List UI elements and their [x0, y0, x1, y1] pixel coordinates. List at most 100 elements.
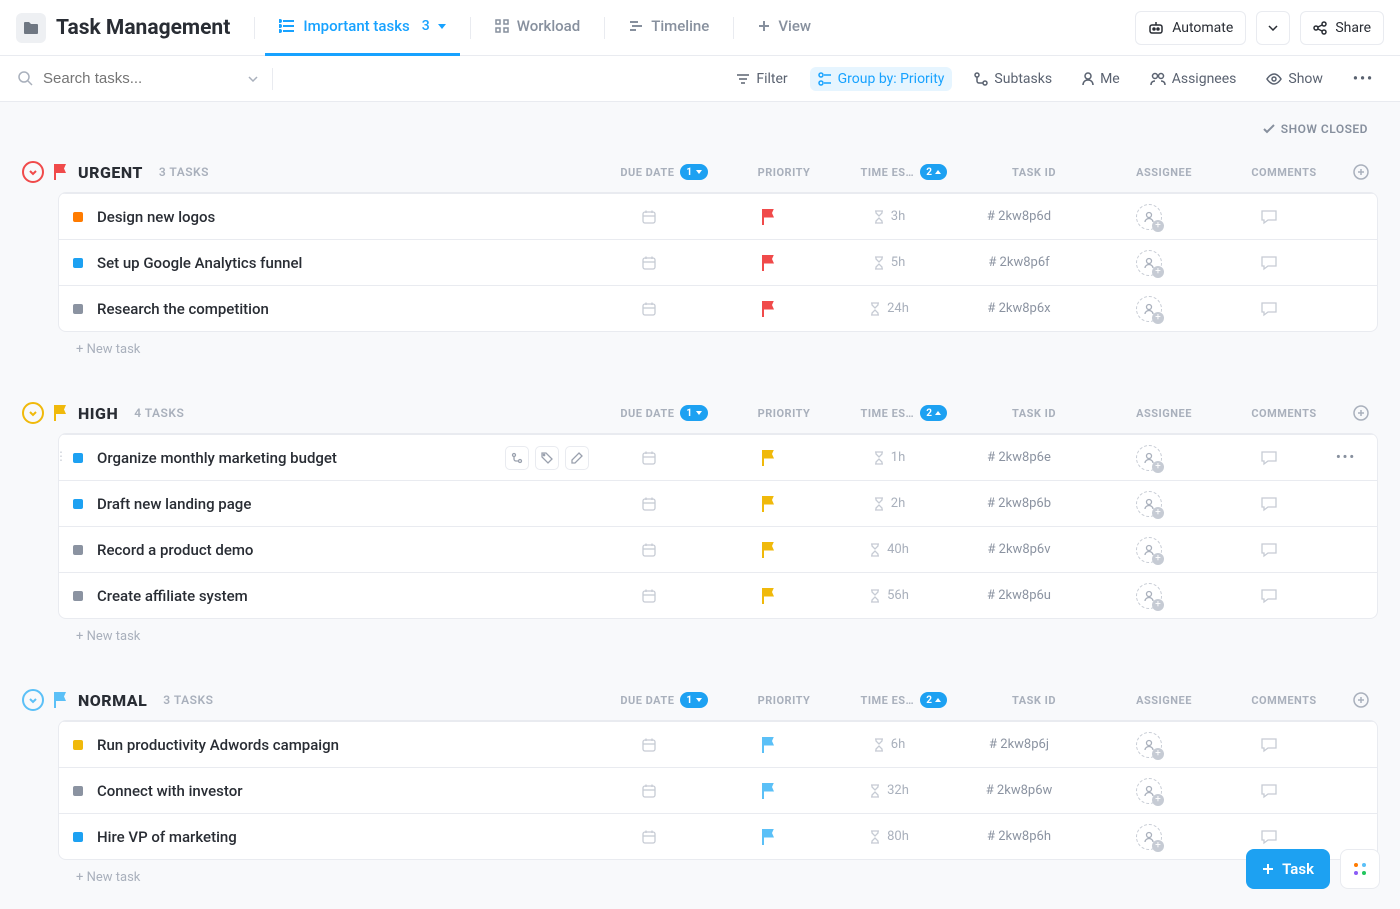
- collapse-toggle[interactable]: [22, 689, 44, 711]
- time-estimate-cell[interactable]: 40h: [829, 542, 949, 557]
- new-task-button[interactable]: + New task: [58, 619, 1378, 654]
- status-square[interactable]: [73, 740, 83, 750]
- assignee-cell[interactable]: [1089, 491, 1209, 517]
- status-square[interactable]: [73, 832, 83, 842]
- task-id-cell[interactable]: # 2kw8p6e: [949, 450, 1089, 465]
- assignee-cell[interactable]: [1089, 778, 1209, 804]
- tag-action[interactable]: [535, 446, 559, 470]
- task-name[interactable]: Create affiliate system: [97, 587, 589, 605]
- row-more[interactable]: •••: [1329, 450, 1363, 465]
- search-input[interactable]: [41, 69, 221, 88]
- col-task-id[interactable]: TASK ID: [964, 407, 1104, 420]
- comments-cell[interactable]: [1209, 209, 1329, 225]
- task-row[interactable]: Hire VP of marketing 80h # 2kw8p6h: [59, 813, 1377, 859]
- me-button[interactable]: Me: [1074, 67, 1128, 91]
- col-comments[interactable]: COMMENTS: [1224, 166, 1344, 179]
- new-task-button[interactable]: + New task: [58, 332, 1378, 367]
- priority-cell[interactable]: [709, 542, 829, 558]
- priority-cell[interactable]: [709, 829, 829, 845]
- col-due-date[interactable]: DUE DATE 1: [604, 692, 724, 708]
- folder-icon[interactable]: [16, 13, 46, 43]
- add-assignee-icon[interactable]: [1136, 296, 1162, 322]
- col-comments[interactable]: COMMENTS: [1224, 694, 1344, 707]
- collapse-toggle[interactable]: [22, 161, 44, 183]
- time-estimate-cell[interactable]: 2h: [829, 496, 949, 511]
- time-estimate-cell[interactable]: 32h: [829, 783, 949, 798]
- col-assignee[interactable]: ASSIGNEE: [1104, 166, 1224, 179]
- col-due-date[interactable]: DUE DATE 1: [604, 164, 724, 180]
- comments-cell[interactable]: [1209, 301, 1329, 317]
- time-estimate-cell[interactable]: 24h: [829, 301, 949, 316]
- task-name[interactable]: Research the competition: [97, 300, 589, 318]
- task-row[interactable]: Connect with investor 32h # 2kw8p6w: [59, 767, 1377, 813]
- task-id-cell[interactable]: # 2kw8p6w: [949, 783, 1089, 798]
- comments-cell[interactable]: [1209, 783, 1329, 799]
- add-assignee-icon[interactable]: [1136, 778, 1162, 804]
- comments-cell[interactable]: [1209, 829, 1329, 845]
- task-row[interactable]: Create affiliate system 56h # 2kw8p6u: [59, 572, 1377, 618]
- status-square[interactable]: [73, 258, 83, 268]
- task-id-cell[interactable]: # 2kw8p6b: [949, 496, 1089, 511]
- comments-cell[interactable]: [1209, 542, 1329, 558]
- automate-button[interactable]: Automate: [1135, 11, 1246, 45]
- col-comments[interactable]: COMMENTS: [1224, 407, 1344, 420]
- drag-handle-icon[interactable]: ⋮⋮: [58, 449, 67, 463]
- task-row[interactable]: Draft new landing page 2h # 2kw8p6b: [59, 480, 1377, 526]
- add-assignee-icon[interactable]: [1136, 491, 1162, 517]
- tab-workload[interactable]: Workload: [481, 0, 595, 56]
- apps-fab[interactable]: [1340, 849, 1380, 889]
- task-name[interactable]: Organize monthly marketing budget: [97, 449, 499, 467]
- task-id-cell[interactable]: # 2kw8p6x: [949, 301, 1089, 316]
- col-task-id[interactable]: TASK ID: [964, 166, 1104, 179]
- task-id-cell[interactable]: # 2kw8p6d: [949, 209, 1089, 224]
- time-estimate-cell[interactable]: 80h: [829, 829, 949, 844]
- group-by-button[interactable]: Group by: Priority: [810, 67, 953, 91]
- task-name[interactable]: Design new logos: [97, 208, 589, 226]
- status-square[interactable]: [73, 212, 83, 222]
- due-date-cell[interactable]: [589, 783, 709, 799]
- comments-cell[interactable]: [1209, 496, 1329, 512]
- automate-dropdown[interactable]: [1256, 11, 1290, 45]
- task-id-cell[interactable]: # 2kw8p6f: [949, 255, 1089, 270]
- tab-timeline[interactable]: Timeline: [615, 0, 723, 56]
- status-square[interactable]: [73, 591, 83, 601]
- status-square[interactable]: [73, 453, 83, 463]
- time-estimate-cell[interactable]: 5h: [829, 255, 949, 270]
- col-assignee[interactable]: ASSIGNEE: [1104, 694, 1224, 707]
- comments-cell[interactable]: [1209, 255, 1329, 271]
- col-due-date[interactable]: DUE DATE 1: [604, 405, 724, 421]
- priority-cell[interactable]: [709, 588, 829, 604]
- col-time-estimate[interactable]: TIME ES… 2: [844, 405, 964, 421]
- status-square[interactable]: [73, 545, 83, 555]
- task-id-cell[interactable]: # 2kw8p6u: [949, 588, 1089, 603]
- priority-cell[interactable]: [709, 496, 829, 512]
- col-priority[interactable]: PRIORITY: [724, 407, 844, 420]
- task-row[interactable]: Record a product demo 40h # 2kw8p6v: [59, 526, 1377, 572]
- priority-cell[interactable]: [709, 301, 829, 317]
- col-task-id[interactable]: TASK ID: [964, 694, 1104, 707]
- assignee-cell[interactable]: [1089, 824, 1209, 850]
- add-column-button[interactable]: [1344, 405, 1378, 421]
- task-name[interactable]: Connect with investor: [97, 782, 589, 800]
- rename-action[interactable]: [565, 446, 589, 470]
- task-id-cell[interactable]: # 2kw8p6v: [949, 542, 1089, 557]
- share-button[interactable]: Share: [1300, 11, 1384, 45]
- new-task-fab[interactable]: Task: [1246, 849, 1330, 889]
- priority-cell[interactable]: [709, 255, 829, 271]
- collapse-toggle[interactable]: [22, 402, 44, 424]
- due-date-cell[interactable]: [589, 588, 709, 604]
- comments-cell[interactable]: [1209, 450, 1329, 466]
- assignee-cell[interactable]: [1089, 296, 1209, 322]
- assignee-cell[interactable]: [1089, 250, 1209, 276]
- col-assignee[interactable]: ASSIGNEE: [1104, 407, 1224, 420]
- due-date-cell[interactable]: [589, 829, 709, 845]
- assignees-button[interactable]: Assignees: [1142, 67, 1245, 91]
- tab-add-view[interactable]: View: [744, 0, 825, 56]
- time-estimate-cell[interactable]: 3h: [829, 209, 949, 224]
- task-row[interactable]: Set up Google Analytics funnel 5h # 2kw8…: [59, 239, 1377, 285]
- due-date-cell[interactable]: [589, 542, 709, 558]
- task-row[interactable]: Run productivity Adwords campaign 6h # 2…: [59, 721, 1377, 767]
- col-priority[interactable]: PRIORITY: [724, 694, 844, 707]
- assignee-cell[interactable]: [1089, 732, 1209, 758]
- comments-cell[interactable]: [1209, 737, 1329, 753]
